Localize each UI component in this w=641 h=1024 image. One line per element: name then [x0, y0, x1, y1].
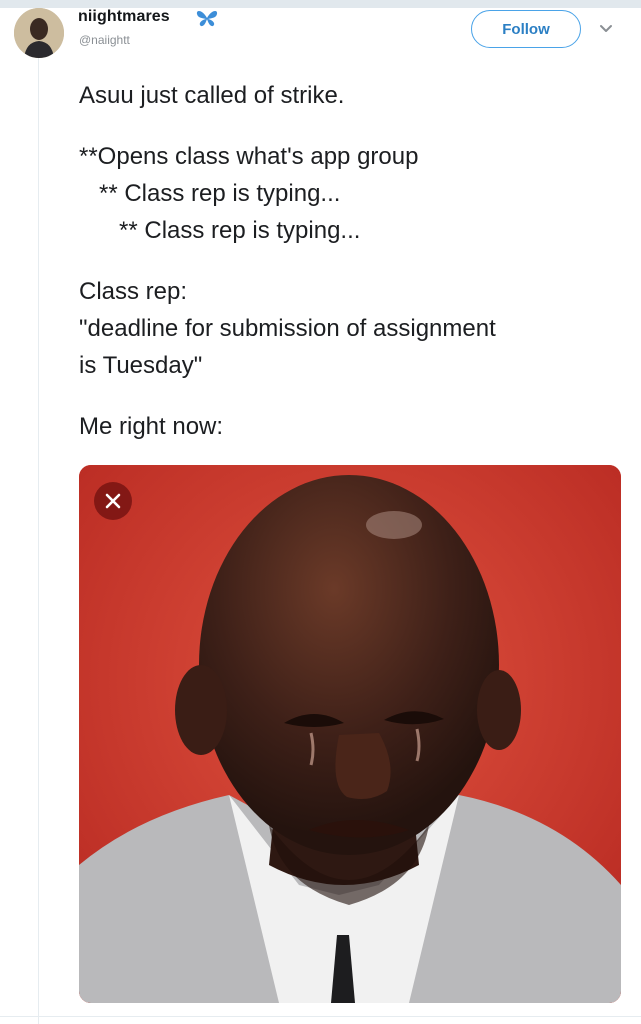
tweet-line: is Tuesday" — [79, 352, 203, 379]
thread-line — [38, 58, 39, 1024]
tweet-card: niightmares @naiightt Follow Asuu just c… — [0, 0, 641, 1024]
chevron-down-icon[interactable] — [598, 22, 614, 34]
tweet-image[interactable] — [79, 465, 621, 1003]
tweet-text: Asuu just called of strike. **Opens clas… — [79, 77, 619, 445]
tweet-line: ** Class rep is typing... — [79, 180, 341, 207]
user-handle[interactable]: @naiightt — [79, 33, 130, 47]
tweet-line: Class rep: — [79, 278, 188, 305]
tweet-line: **Opens class what's app group — [79, 143, 419, 170]
tweet-line: Asuu just called of strike. — [79, 82, 345, 109]
close-icon[interactable] — [94, 482, 132, 520]
display-name[interactable]: niightmares — [78, 8, 170, 26]
bottom-divider — [0, 1016, 641, 1017]
tweet-line: ** Class rep is typing... — [79, 217, 361, 244]
tweet-line: Me right now: — [79, 413, 224, 440]
tweet-line: "deadline for submission of assignment — [79, 315, 496, 342]
butterfly-icon — [194, 8, 220, 28]
avatar[interactable] — [14, 8, 64, 58]
follow-button[interactable]: Follow — [471, 10, 581, 48]
top-divider — [0, 0, 641, 8]
